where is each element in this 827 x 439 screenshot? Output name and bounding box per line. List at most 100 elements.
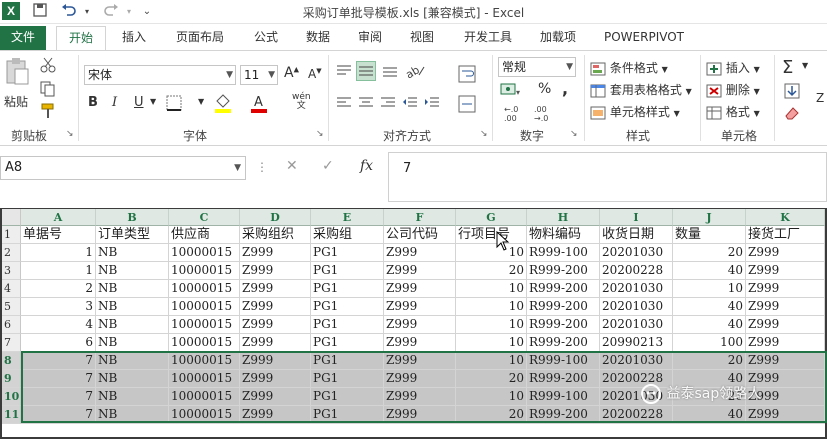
table-cell[interactable]: 40 [673,298,746,316]
decrease-indent-icon[interactable] [402,95,418,114]
table-cell[interactable]: R999-200 [527,316,600,334]
number-format-select[interactable]: 常规 ▼ [498,57,576,77]
row-header[interactable]: 5 [2,298,21,316]
table-cell[interactable]: Z999 [240,262,311,280]
table-cell[interactable]: PG1 [311,316,384,334]
tab-view[interactable]: 视图 [400,26,444,50]
cell-styles-button[interactable]: 单元格样式 ▼ [590,103,680,120]
table-cell[interactable]: 10000015 [169,388,240,406]
tab-developer[interactable]: 开发工具 [454,26,522,50]
table-cell[interactable]: Z999 [384,388,456,406]
italic-button[interactable]: I [112,95,117,110]
column-header-e[interactable]: E [311,209,384,226]
phonetic-guide-icon[interactable]: wén 文 [292,93,311,111]
header-cell[interactable]: 公司代码 [384,226,456,244]
table-cell[interactable]: 20201030 [600,280,673,298]
table-cell[interactable]: Z999 [240,388,311,406]
font-color-icon[interactable]: A [250,93,268,116]
header-cell[interactable]: 行项目号 [456,226,527,244]
table-cell[interactable]: Z999 [384,352,456,370]
tab-insert[interactable]: 插入 [112,26,156,50]
table-cell[interactable]: Z999 [240,244,311,262]
table-cell[interactable]: Z999 [384,316,456,334]
header-cell[interactable]: 采购组织 [240,226,311,244]
row-header[interactable]: 7 [2,334,21,352]
table-cell[interactable]: Z999 [384,244,456,262]
header-cell[interactable]: 单据号 [21,226,96,244]
table-cell[interactable]: NB [96,388,169,406]
table-cell[interactable]: 10 [456,334,527,352]
table-cell[interactable]: Z999 [384,298,456,316]
table-cell[interactable]: R999-200 [527,334,600,352]
table-cell[interactable]: Z999 [384,334,456,352]
table-cell[interactable]: 20201030 [600,352,673,370]
table-cell[interactable]: 10000015 [169,352,240,370]
table-cell[interactable]: Z999 [746,262,825,280]
paste-label[interactable]: 粘贴 [4,93,28,110]
table-cell[interactable]: PG1 [311,406,384,424]
table-cell[interactable]: 1 [21,244,96,262]
tab-home[interactable]: 开始 [56,26,106,50]
align-center-icon[interactable] [358,95,374,114]
table-cell[interactable]: PG1 [311,352,384,370]
table-cell[interactable]: 10 [673,280,746,298]
chevron-down-icon[interactable]: ▼ [198,97,204,106]
table-cell[interactable]: 10000015 [169,280,240,298]
dialog-launcher-icon[interactable]: ↘ [480,129,488,139]
row-header[interactable]: 9 [2,370,21,388]
table-cell[interactable]: 20 [456,370,527,388]
table-cell[interactable]: Z999 [384,370,456,388]
table-cell[interactable]: 10000015 [169,262,240,280]
table-cell[interactable]: 20 [456,406,527,424]
format-as-table-button[interactable]: 套用表格格式 ▼ [590,81,692,98]
header-cell[interactable]: 采购组 [311,226,384,244]
table-cell[interactable]: Z999 [746,316,825,334]
paste-icon[interactable] [4,57,30,91]
column-header-h[interactable]: H [527,209,600,226]
percent-button[interactable]: % [538,81,551,97]
table-cell[interactable]: NB [96,334,169,352]
table-cell[interactable]: Z999 [746,352,825,370]
table-cell[interactable]: 7 [21,388,96,406]
select-all-corner[interactable] [2,209,21,226]
table-cell[interactable]: 20 [456,262,527,280]
cancel-icon[interactable]: ✕ [286,158,298,174]
table-cell[interactable]: 10 [456,388,527,406]
table-cell[interactable]: 7 [21,406,96,424]
table-cell[interactable]: 10000015 [169,334,240,352]
column-header-i[interactable]: I [600,209,673,226]
chevron-down-icon[interactable]: ▼ [150,97,156,106]
header-cell[interactable]: 数量 [673,226,746,244]
header-cell[interactable]: 供应商 [169,226,240,244]
cut-icon[interactable] [40,57,58,76]
row-header[interactable]: 1 [2,226,21,244]
table-cell[interactable]: Z999 [384,262,456,280]
table-cell[interactable]: Z999 [746,298,825,316]
insert-cells-button[interactable]: 插入 ▼ [706,59,760,76]
tab-file[interactable]: 文件 [0,26,46,50]
bold-button[interactable]: B [88,95,98,110]
fill-down-icon[interactable] [784,83,800,102]
header-cell[interactable]: 物料编码 [527,226,600,244]
table-cell[interactable]: 2 [21,280,96,298]
table-cell[interactable]: R999-200 [527,280,600,298]
tab-page-layout[interactable]: 页面布局 [164,26,236,50]
font-size-select[interactable]: 11 ▼ [240,65,278,85]
table-cell[interactable]: Z999 [746,334,825,352]
table-cell[interactable]: Z999 [746,406,825,424]
tab-powerpivot[interactable]: POWERPIVOT [598,26,690,50]
column-header-k[interactable]: K [746,209,825,226]
increase-decimal-icon[interactable]: ←.0.00 [504,105,518,123]
table-cell[interactable]: PG1 [311,388,384,406]
dialog-launcher-icon[interactable]: ↘ [570,129,578,139]
align-left-icon[interactable] [336,95,352,114]
table-cell[interactable]: R999-200 [527,262,600,280]
table-cell[interactable]: Z999 [746,244,825,262]
table-cell[interactable]: 10000015 [169,298,240,316]
table-cell[interactable]: Z999 [240,352,311,370]
table-cell[interactable]: 10000015 [169,244,240,262]
chevron-down-icon[interactable]: ▼ [802,61,808,70]
row-header[interactable]: 3 [2,262,21,280]
table-cell[interactable]: NB [96,406,169,424]
autosum-button[interactable]: Σ [782,57,793,78]
